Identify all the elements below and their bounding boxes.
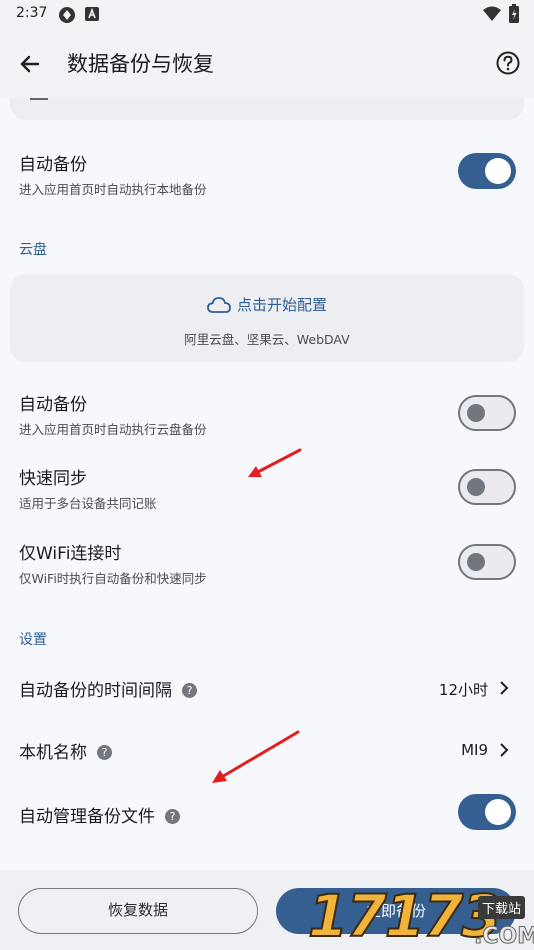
backup-interval-value: 12小时 — [438, 681, 488, 699]
switch-thumb — [485, 158, 511, 184]
back-arrow-icon — [20, 55, 40, 73]
card-stub — [30, 98, 48, 100]
cloud-auto-backup-subtitle: 进入应用首页时自动执行云盘备份 — [19, 422, 207, 437]
wifi-only-switch[interactable] — [458, 544, 516, 580]
fast-sync-subtitle: 适用于多台设备共同记账 — [19, 496, 157, 511]
watermark-site: 下载站 — [478, 896, 526, 919]
cloud-config-link[interactable]: 点击开始配置 — [10, 294, 524, 315]
cloud-auto-backup-row[interactable]: 自动备份 进入应用首页时自动执行云盘备份 — [0, 382, 534, 452]
help-icon[interactable]: ? — [165, 809, 180, 824]
fast-sync-title: 快速同步 — [19, 469, 87, 489]
local-backup-card — [10, 98, 524, 120]
cloud-auto-backup-switch[interactable] — [458, 395, 516, 431]
status-bar: 2:37 — [0, 0, 534, 28]
backup-interval-label: 自动备份的时间间隔 — [19, 681, 172, 701]
wifi-only-title: 仅WiFi连接时 — [19, 544, 122, 564]
chevron-right-icon — [500, 681, 509, 695]
backup-interval-title: 自动备份的时间间隔? — [19, 676, 197, 701]
cloud-section-label: 云盘 — [19, 242, 47, 258]
settings-content[interactable]: 自动备份 进入应用首页时自动执行本地备份 云盘 点击开始配置 阿里云盘、坚果云、… — [0, 98, 534, 870]
auto-manage-label: 自动管理备份文件 — [19, 807, 155, 827]
cloud-providers: 阿里云盘、坚果云、WebDAV — [184, 332, 350, 347]
annotation-arrow — [212, 730, 300, 783]
help-circle-icon — [496, 51, 520, 75]
auto-manage-title: 自动管理备份文件? — [19, 802, 180, 827]
backup-interval-row[interactable]: 自动备份的时间间隔? 12小时 — [0, 660, 534, 716]
app-notification-icon — [84, 6, 100, 26]
help-icon[interactable]: ? — [97, 745, 112, 760]
switch-thumb — [467, 553, 485, 571]
cloud-icon — [207, 297, 231, 313]
status-time: 2:37 — [16, 5, 48, 21]
help-icon[interactable]: ? — [182, 683, 197, 698]
device-name-label: 本机名称 — [19, 743, 87, 763]
back-button[interactable] — [14, 48, 46, 80]
site-watermark: 17173 下载站 .COM — [306, 880, 534, 950]
auto-manage-switch[interactable] — [458, 794, 516, 830]
switch-thumb — [467, 478, 485, 496]
annotation-arrow — [248, 448, 302, 477]
watermark-digits: 17173 — [307, 881, 503, 950]
auto-manage-row[interactable]: 自动管理备份文件? — [0, 786, 534, 842]
app-bar: 数据备份与恢复 — [0, 28, 534, 98]
switch-thumb — [467, 404, 485, 422]
cloud-config-label: 点击开始配置 — [236, 296, 327, 314]
chevron-right-icon — [500, 743, 509, 757]
wifi-icon — [482, 6, 502, 26]
watermark-domain: .COM — [473, 924, 534, 950]
settings-section-label: 设置 — [19, 632, 47, 648]
cloud-config-card[interactable]: 点击开始配置 阿里云盘、坚果云、WebDAV — [10, 274, 524, 362]
device-name-title: 本机名称? — [19, 738, 112, 763]
restore-button[interactable]: 恢复数据 — [18, 888, 258, 934]
local-auto-backup-switch[interactable] — [458, 153, 516, 189]
battery-icon — [508, 4, 520, 28]
local-auto-backup-title: 自动备份 — [19, 155, 87, 175]
page-title: 数据备份与恢复 — [67, 52, 214, 76]
local-auto-backup-subtitle: 进入应用首页时自动执行本地备份 — [19, 182, 207, 197]
fast-sync-switch[interactable] — [458, 469, 516, 505]
sync-status-icon — [58, 6, 76, 28]
switch-thumb — [485, 799, 511, 825]
wifi-only-subtitle: 仅WiFi时执行自动备份和快速同步 — [19, 571, 207, 586]
wifi-only-row[interactable]: 仅WiFi连接时 仅WiFi时执行自动备份和快速同步 — [0, 531, 534, 601]
local-auto-backup-row[interactable]: 自动备份 进入应用首页时自动执行本地备份 — [0, 138, 534, 208]
help-button[interactable] — [494, 49, 522, 77]
device-name-value: MI9 — [461, 741, 488, 759]
cloud-auto-backup-title: 自动备份 — [19, 395, 87, 415]
